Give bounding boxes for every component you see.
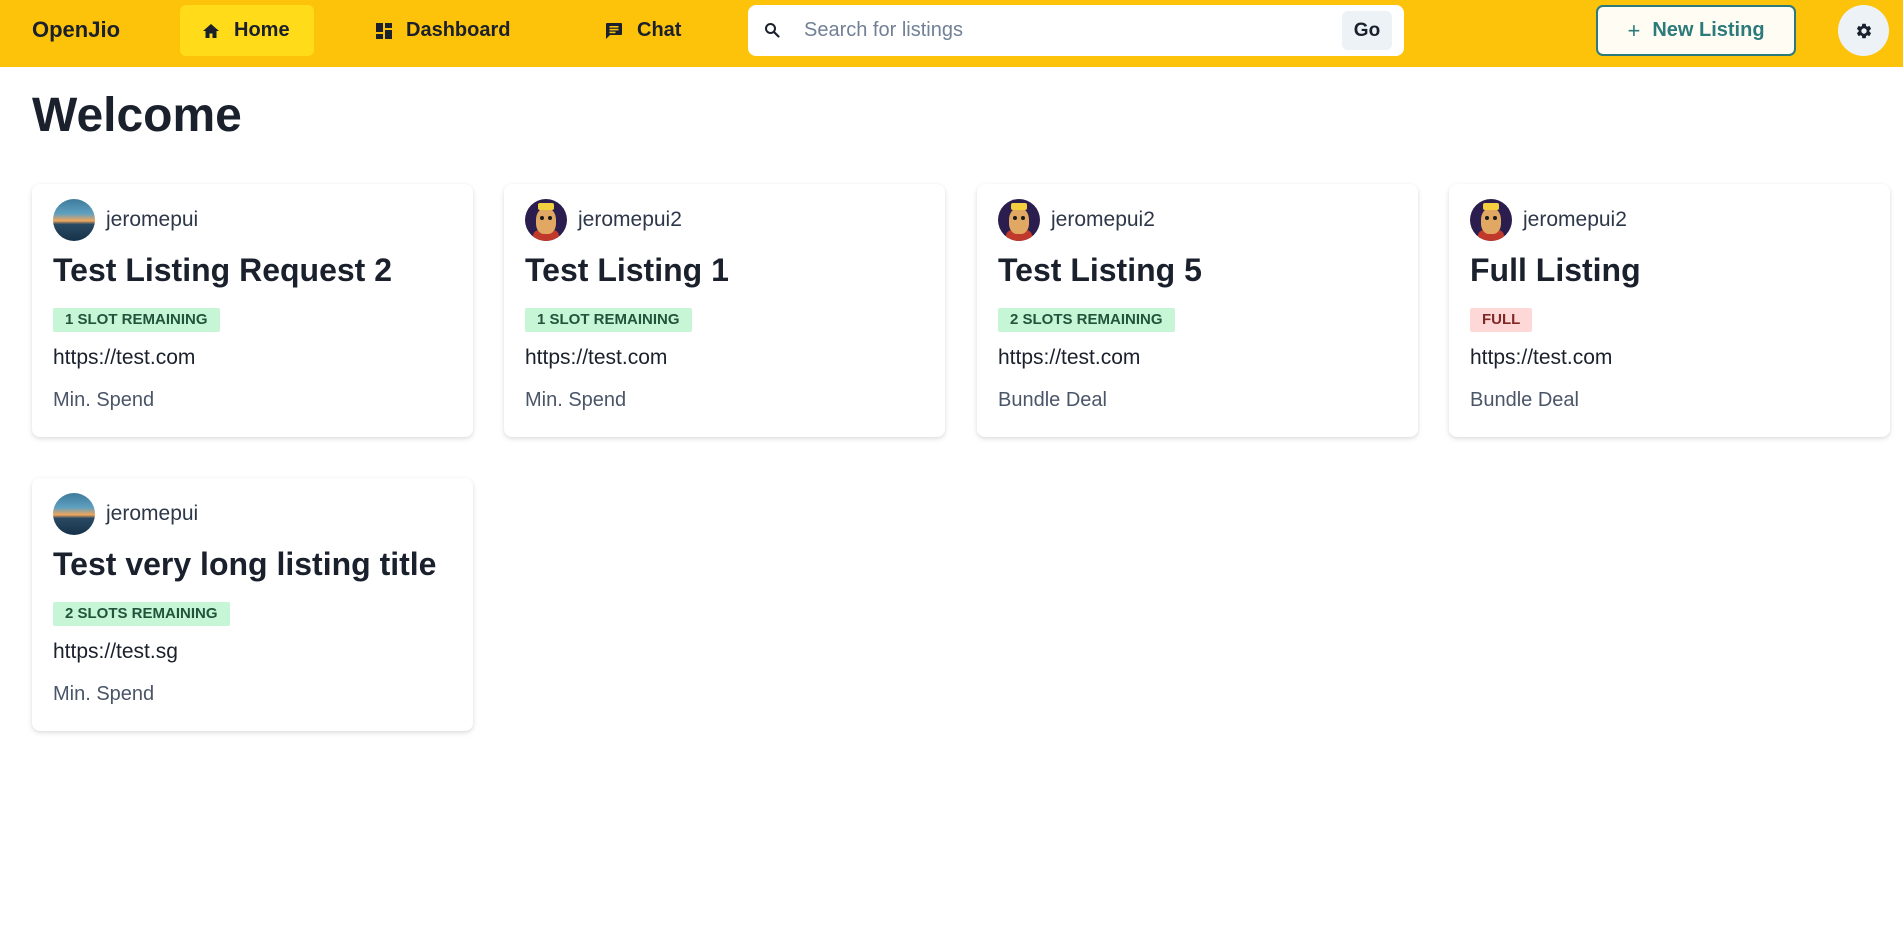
dashboard-icon (376, 22, 392, 39)
avatar (998, 199, 1040, 241)
owner-username: jeromepui2 (1523, 208, 1627, 231)
nav-link-dashboard[interactable]: Dashboard (354, 5, 544, 56)
avatar (525, 199, 567, 241)
listing-card[interactable]: jeromepui Test very long listing title 2… (32, 478, 473, 731)
listing-title: Full Listing (1470, 252, 1641, 288)
settings-button[interactable] (1838, 5, 1889, 56)
listing-owner: jeromepui2 (1470, 199, 1627, 241)
listing-title: Test Listing 1 (525, 252, 729, 288)
listing-type: Min. Spend (53, 389, 155, 411)
listing-title: Test Listing 5 (998, 252, 1202, 288)
listing-url: https://test.com (998, 346, 1141, 369)
nav-link-label: Dashboard (406, 19, 511, 41)
home-icon (203, 23, 219, 38)
listing-url: https://test.sg (53, 640, 178, 663)
search-go-button[interactable]: Go (1342, 11, 1392, 50)
avatar (53, 199, 95, 241)
plus-icon: + (1627, 17, 1641, 43)
listing-type: Bundle Deal (1470, 389, 1579, 411)
owner-username: jeromepui2 (1051, 208, 1155, 231)
chat-icon (606, 22, 622, 39)
gear-icon (1856, 23, 1871, 38)
listing-owner: jeromepui (53, 493, 198, 535)
new-listing-label: New Listing (1652, 19, 1765, 41)
listing-card[interactable]: jeromepui2 Full Listing FULL https://tes… (1449, 184, 1890, 437)
avatar (1470, 199, 1512, 241)
listing-type: Bundle Deal (998, 389, 1107, 411)
nav-link-label: Chat (637, 19, 682, 41)
listing-card[interactable]: jeromepui2 Test Listing 5 2 SLOTS REMAIN… (977, 184, 1418, 437)
slots-badge: 1 SLOT REMAINING (525, 308, 692, 332)
nav-link-chat[interactable]: Chat (583, 5, 705, 56)
listing-owner: jeromepui2 (998, 199, 1155, 241)
nav-link-home[interactable]: Home (180, 5, 314, 56)
owner-username: jeromepui2 (578, 208, 682, 231)
slots-badge: 2 SLOTS REMAINING (998, 308, 1175, 332)
listing-card[interactable]: jeromepui Test Listing Request 2 1 SLOT … (32, 184, 473, 437)
full-badge: FULL (1470, 308, 1533, 332)
slots-badge: 1 SLOT REMAINING (53, 308, 220, 332)
search-input[interactable] (802, 13, 1322, 48)
brand-logo[interactable]: OpenJio (32, 17, 120, 43)
listing-card[interactable]: jeromepui2 Test Listing 1 1 SLOT REMAINI… (504, 184, 945, 437)
search-icon (765, 23, 780, 38)
slots-badge: 2 SLOTS REMAINING (53, 602, 230, 626)
listing-owner: jeromepui (53, 199, 198, 241)
listing-url: https://test.com (53, 346, 196, 369)
page-title: Welcome (32, 89, 242, 142)
listing-title: Test very long listing title (53, 546, 437, 582)
avatar (53, 493, 95, 535)
listing-url: https://test.com (525, 346, 668, 369)
owner-username: jeromepui (106, 208, 199, 231)
listing-type: Min. Spend (53, 683, 155, 705)
listing-owner: jeromepui2 (525, 199, 682, 241)
new-listing-button[interactable]: + New Listing (1596, 5, 1796, 56)
listing-type: Min. Spend (525, 389, 627, 411)
top-navbar: OpenJio Home Dashboard Chat Go (0, 0, 1903, 67)
listing-url: https://test.com (1470, 346, 1613, 369)
search-bar: Go (748, 5, 1404, 56)
listing-title: Test Listing Request 2 (53, 252, 393, 288)
nav-link-label: Home (234, 19, 290, 41)
owner-username: jeromepui (106, 502, 199, 525)
